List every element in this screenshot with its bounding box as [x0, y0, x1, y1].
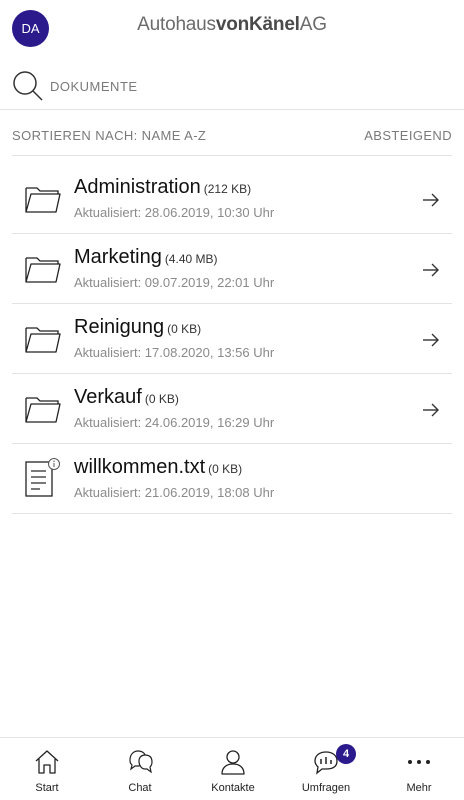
list-item[interactable]: Reinigung (0 KB) Aktualisiert: 17.08.2020… [12, 304, 452, 374]
arrow-right-icon[interactable] [422, 192, 440, 208]
item-name: willkommen.txt [74, 456, 206, 478]
item-updated: Aktualisiert: 21.06.2019, 18:08 Uhr [74, 485, 275, 500]
arrow-right-icon[interactable] [422, 402, 440, 418]
item-size: (0 KB) [208, 462, 243, 476]
app-header: DA AutohausvonKänelAG [0, 0, 464, 56]
tab-mehr[interactable]: Mehr [373, 738, 464, 800]
item-size: (212 KB) [203, 182, 252, 196]
search-input[interactable] [50, 74, 450, 98]
search-icon[interactable] [12, 70, 44, 102]
text-file-icon [25, 458, 60, 497]
chat-icon [129, 750, 153, 774]
item-name: Reinigung [74, 316, 165, 338]
notification-badge: 4 [336, 744, 356, 764]
list-item[interactable]: Verkauf (0 KB) Aktualisiert: 24.06.2019, … [12, 374, 452, 444]
home-icon [35, 750, 59, 774]
sort-by-button[interactable]: SORTIEREN NACH: NAME A-Z [12, 128, 206, 143]
item-updated: Aktualisiert: 17.08.2020, 13:56 Uhr [74, 345, 275, 360]
sort-bar: SORTIEREN NACH: NAME A-Z ABSTEIGEND [12, 116, 452, 156]
folder-icon [25, 257, 61, 283]
bottom-tab-bar: Start Chat Kontakte 4 Umfragen Mehr [0, 737, 464, 800]
list-item[interactable]: Administration (212 KB) Aktualisiert: 28.… [12, 164, 452, 234]
item-updated: Aktualisiert: 09.07.2019, 22:01 Uhr [74, 275, 275, 290]
tab-label: Chat [128, 782, 152, 794]
contact-icon [221, 750, 245, 775]
document-list: Administration (212 KB) Aktualisiert: 28.… [12, 164, 452, 514]
tab-kontakte[interactable]: Kontakte [187, 738, 279, 800]
tab-label: Umfragen [301, 782, 351, 794]
brand-logo: AutohausvonKänelAG [0, 14, 464, 36]
item-name: Verkauf [74, 386, 142, 408]
item-updated: Aktualisiert: 24.06.2019, 16:29 Uhr [74, 415, 275, 430]
item-size: (0 KB) [144, 392, 179, 406]
more-icon [408, 760, 430, 764]
brand-part-1: Autohaus [137, 14, 216, 35]
item-name: Administration [74, 176, 201, 198]
item-name: Marketing [74, 246, 162, 268]
tab-label: Kontakte [211, 782, 255, 794]
brand-part-2: vonKänel [215, 14, 300, 35]
brand-part-3: AG [299, 14, 327, 35]
folder-icon [25, 327, 61, 353]
tab-start[interactable]: Start [1, 738, 93, 800]
item-size: (4.40 MB) [164, 252, 218, 266]
list-item[interactable]: Marketing (4.40 MB) Aktualisiert: 09.07.2… [12, 234, 452, 304]
arrow-right-icon[interactable] [422, 332, 440, 348]
sort-order-button[interactable]: ABSTEIGEND [364, 128, 452, 143]
arrow-right-icon[interactable] [422, 262, 440, 278]
list-item[interactable]: willkommen.txt (0 KB) Aktualisiert: 21.06… [12, 444, 452, 514]
folder-icon [25, 397, 61, 423]
folder-icon [25, 187, 61, 213]
tab-chat[interactable]: Chat [94, 738, 186, 800]
tab-label: Start [35, 782, 59, 794]
item-size: (0 KB) [167, 322, 202, 336]
tab-umfragen[interactable]: 4 Umfragen [280, 738, 372, 800]
item-updated: Aktualisiert: 28.06.2019, 10:30 Uhr [74, 205, 275, 220]
tab-label: Mehr [406, 782, 432, 794]
search-bar [0, 62, 464, 110]
